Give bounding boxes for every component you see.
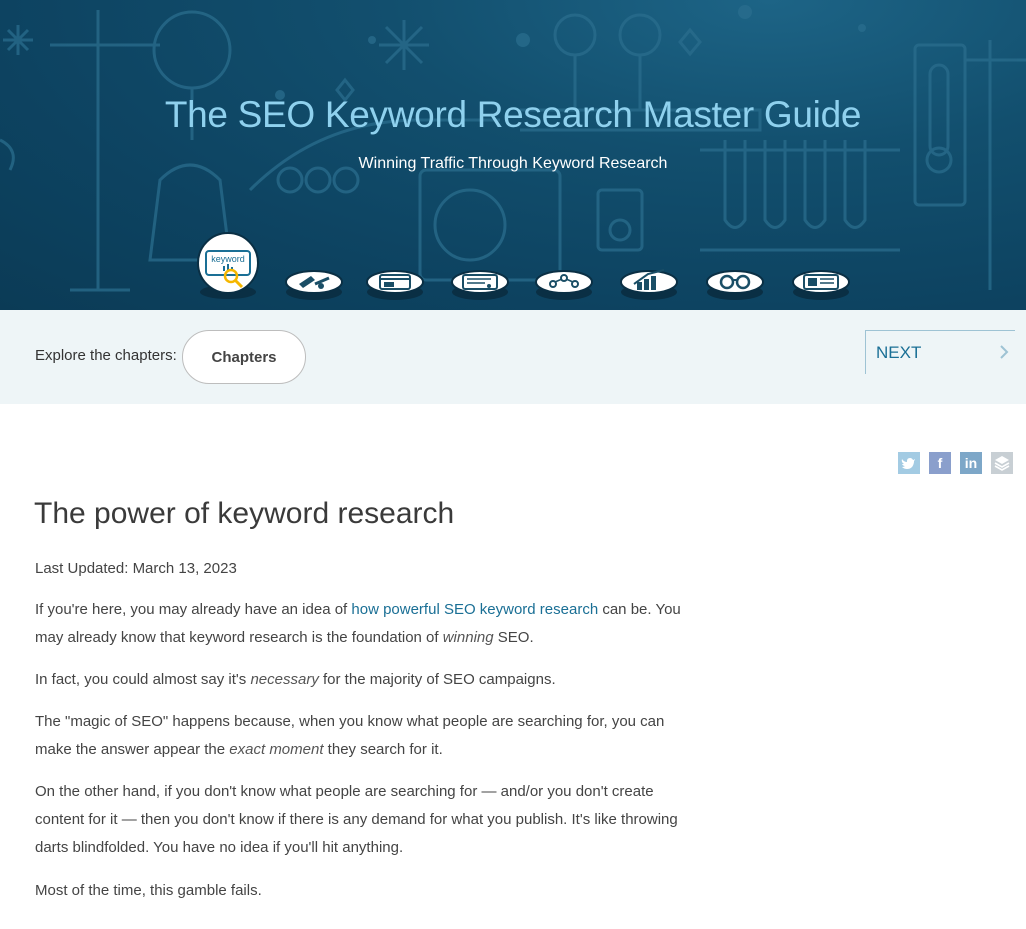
twitter-icon: [901, 458, 915, 469]
chevron-right-icon: [1000, 345, 1009, 359]
paragraph-2-text: for the majority of SEO campaigns.: [318, 671, 556, 688]
emphasis-winning: winning: [442, 629, 494, 646]
explore-label: Explore the chapters:: [35, 347, 177, 364]
paragraph-5: Most of the time, this gamble fails.: [35, 882, 262, 899]
linkedin-share-button[interactable]: in: [960, 452, 982, 474]
keyword-research-link[interactable]: how powerful SEO keyword research: [351, 601, 598, 618]
paragraph-3: The "magic of SEO" happens because, when…: [35, 708, 685, 764]
chapter-6-chart-icon[interactable]: [620, 268, 678, 302]
next-button[interactable]: NEXT: [865, 330, 1015, 374]
buffer-share-button[interactable]: [991, 452, 1013, 474]
linkedin-icon: in: [964, 455, 978, 471]
twitter-share-button[interactable]: [898, 452, 920, 474]
next-label: NEXT: [876, 343, 922, 362]
chapter-3-browser-icon[interactable]: [366, 268, 424, 302]
chapter-1-keyword-icon[interactable]: keyword: [196, 232, 260, 302]
paragraph-1-text: SEO.: [493, 629, 534, 646]
last-updated: Last Updated: March 13, 2023: [35, 560, 237, 577]
chapter-1-label: keyword: [211, 254, 245, 264]
paragraph-1-text: If you're here, you may already have an …: [35, 601, 352, 618]
hero-banner: The SEO Keyword Research Master Guide Wi…: [0, 0, 1026, 310]
paragraph-2-text: In fact, you could almost say it's: [35, 671, 251, 688]
paragraph-3-text: they search for it.: [323, 741, 443, 758]
emphasis-exact-moment: exact moment: [229, 741, 324, 758]
paragraph-2: In fact, you could almost say it's neces…: [35, 666, 685, 694]
chapter-7-binoculars-icon[interactable]: [706, 268, 764, 302]
emphasis-necessary: necessary: [250, 671, 319, 688]
page-subtitle: Winning Traffic Through Keyword Research: [358, 155, 668, 172]
article-title: The power of keyword research: [34, 497, 455, 530]
facebook-share-button[interactable]: f: [929, 452, 951, 474]
page-title: The SEO Keyword Research Master Guide: [164, 94, 862, 135]
chapter-5-network-icon[interactable]: [535, 268, 593, 302]
buffer-icon: [994, 456, 1010, 471]
paragraph-1: If you're here, you may already have an …: [35, 596, 685, 652]
chapter-icon-strip: keyword: [0, 230, 1026, 310]
chapters-button[interactable]: Chapters: [182, 330, 306, 384]
chapter-8-document-icon[interactable]: [792, 268, 850, 302]
chapter-4-list-icon[interactable]: [451, 268, 509, 302]
facebook-icon: f: [937, 455, 943, 471]
paragraph-4: On the other hand, if you don't know wha…: [35, 783, 678, 856]
chapter-2-tools-icon[interactable]: [285, 268, 343, 302]
